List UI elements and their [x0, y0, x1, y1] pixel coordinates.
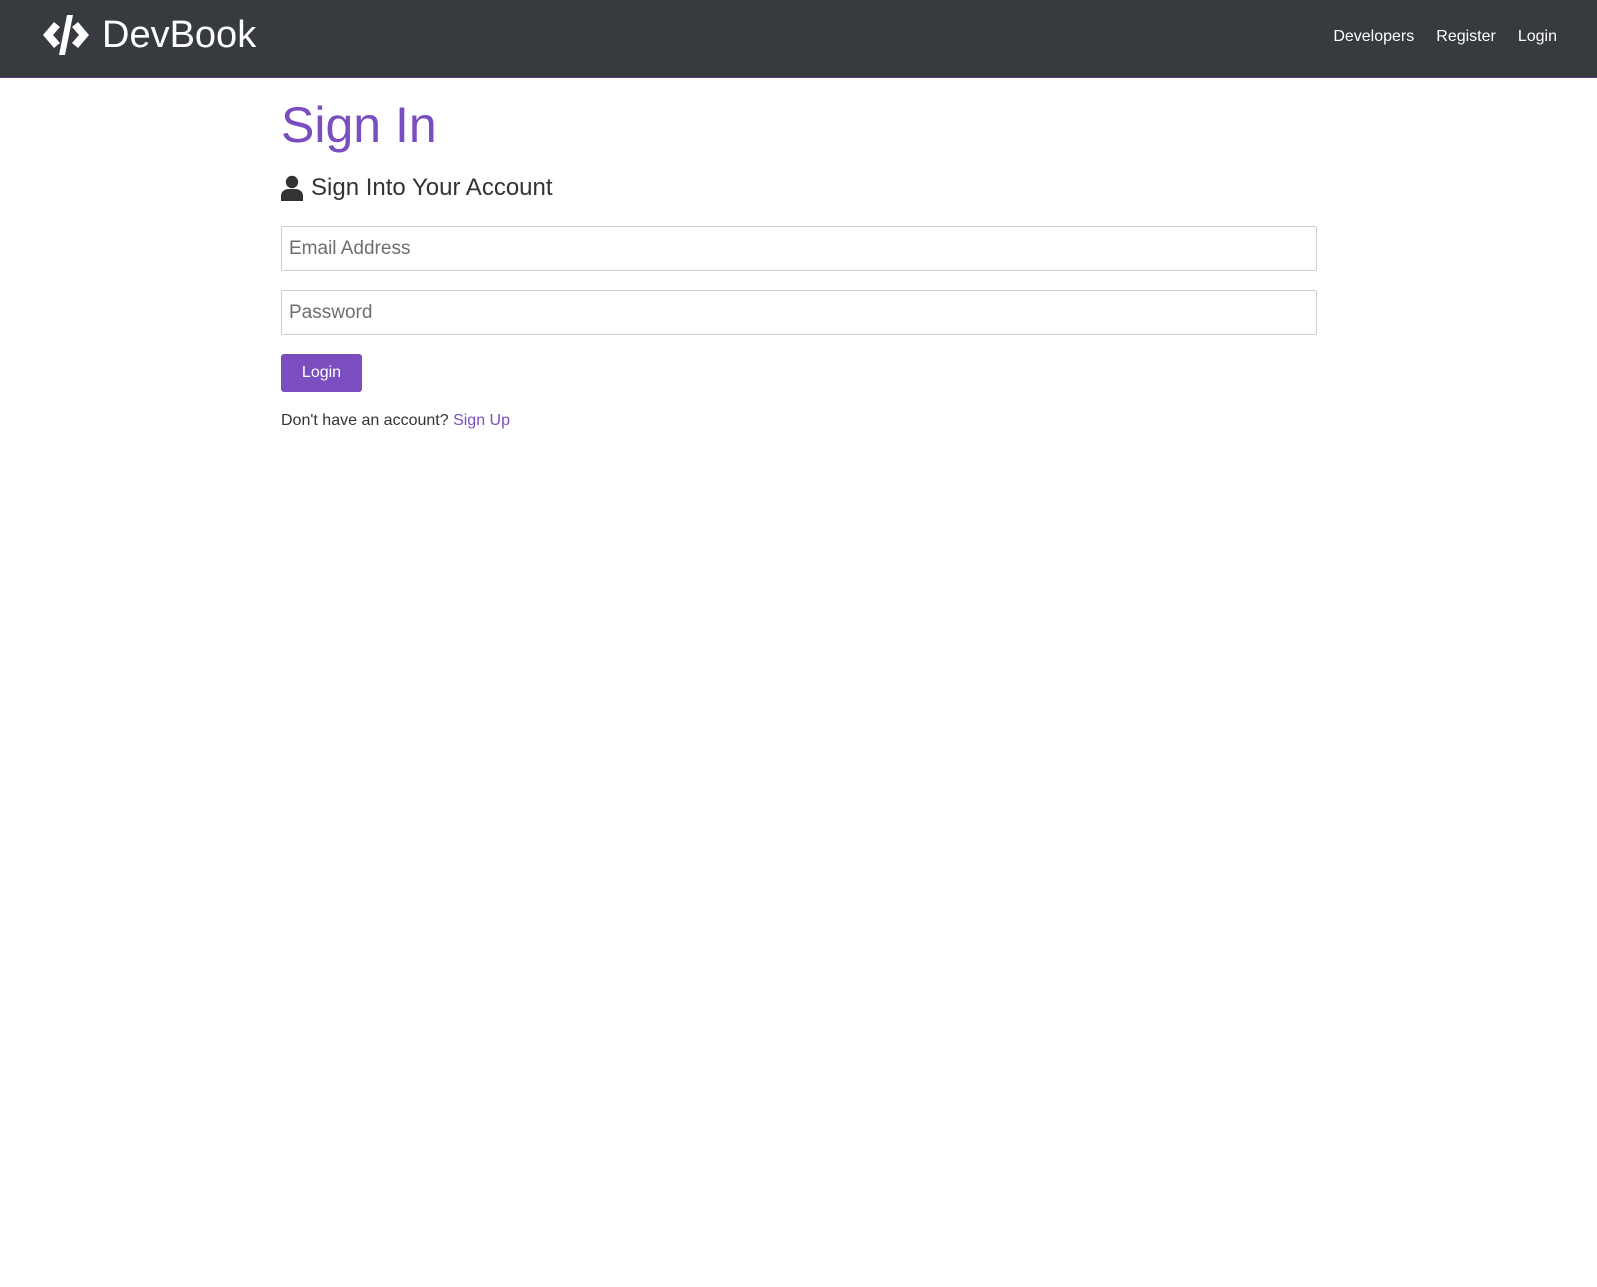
nav-links: Developers Register Login [1333, 26, 1557, 48]
signup-prompt: Don't have an account? [281, 412, 449, 429]
lead-text-row: Sign Into Your Account [281, 172, 553, 204]
user-icon [281, 175, 303, 201]
email-field[interactable] [281, 226, 1317, 271]
lead-text: Sign Into Your Account [311, 174, 553, 201]
signup-row: Don't have an account? Sign Up [281, 410, 510, 432]
navbar: DevBook Developers Register Login [0, 0, 1597, 78]
login-button[interactable]: Login [281, 354, 362, 392]
signup-link[interactable]: Sign Up [453, 412, 510, 429]
password-field[interactable] [281, 290, 1317, 335]
code-icon [43, 15, 89, 55]
brand-link[interactable]: DevBook [40, 13, 256, 57]
nav-link-register[interactable]: Register [1436, 26, 1496, 48]
nav-link-login[interactable]: Login [1518, 26, 1557, 48]
brand-name: DevBook [102, 14, 257, 56]
nav-link-developers[interactable]: Developers [1333, 26, 1414, 48]
page-title: Sign In [281, 97, 437, 153]
